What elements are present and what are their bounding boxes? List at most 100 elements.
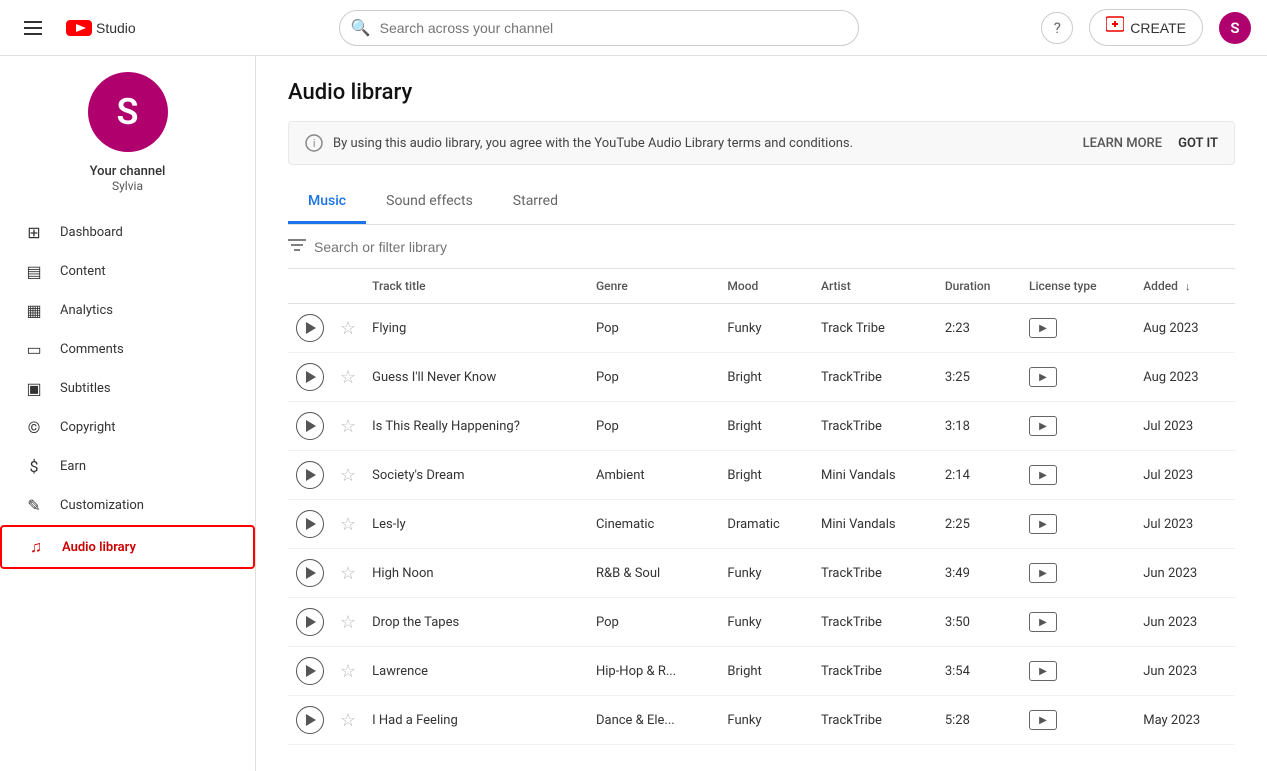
play-button-5[interactable]	[296, 559, 324, 587]
star-button-7[interactable]: ☆	[340, 661, 356, 682]
genre-cell: R&B & Soul	[588, 549, 719, 598]
analytics-icon: ▦	[24, 301, 44, 320]
genre-cell: Dance & Ele...	[588, 696, 719, 745]
license-cell: ▶	[1021, 696, 1135, 745]
artist-cell: TrackTribe	[813, 647, 937, 696]
added-cell: Jun 2023	[1135, 598, 1235, 647]
subtitles-icon: ▣	[24, 379, 44, 398]
license-cell: ▶	[1021, 549, 1135, 598]
sidebar-item-analytics[interactable]: ▦ Analytics	[0, 291, 255, 330]
track-title-cell: Lawrence	[364, 647, 588, 696]
track-title-cell: Society's Dream	[364, 451, 588, 500]
sidebar-label-audio-library: Audio library	[62, 540, 136, 555]
play-button-4[interactable]	[296, 510, 324, 538]
license-cell: ▶	[1021, 402, 1135, 451]
mood-cell: Funky	[719, 598, 813, 647]
content-area: Audio library i By using this audio libr…	[256, 56, 1267, 771]
table-row: ☆ I Had a Feeling Dance & Ele... Funky T…	[288, 696, 1235, 745]
license-icon-4[interactable]: ▶	[1029, 514, 1057, 534]
track-title-cell: Guess I'll Never Know	[364, 353, 588, 402]
license-icon-0[interactable]: ▶	[1029, 318, 1057, 338]
table-row: ☆ Drop the Tapes Pop Funky TrackTribe 3:…	[288, 598, 1235, 647]
sidebar-item-subtitles[interactable]: ▣ Subtitles	[0, 369, 255, 408]
sidebar-item-copyright[interactable]: © Copyright	[0, 408, 255, 447]
duration-cell: 2:25	[937, 500, 1021, 549]
tab-starred[interactable]: Starred	[493, 181, 578, 224]
genre-cell: Cinematic	[588, 500, 719, 549]
create-plus-icon	[1106, 16, 1124, 39]
create-button[interactable]: CREATE	[1089, 9, 1203, 46]
sidebar-item-earn[interactable]: $ Earn	[0, 447, 255, 486]
sidebar-item-audio-library[interactable]: ♫ Audio library	[0, 525, 255, 569]
license-icon-5[interactable]: ▶	[1029, 563, 1057, 583]
license-icon-3[interactable]: ▶	[1029, 465, 1057, 485]
license-icon-2[interactable]: ▶	[1029, 416, 1057, 436]
search-icon: 🔍	[351, 18, 371, 37]
mood-cell: Funky	[719, 549, 813, 598]
play-button-2[interactable]	[296, 412, 324, 440]
play-button-6[interactable]	[296, 608, 324, 636]
genre-cell: Pop	[588, 304, 719, 353]
header-left: Studio	[16, 13, 156, 43]
page-title: Audio library	[288, 80, 1235, 105]
filter-row	[288, 225, 1235, 269]
genre-cell: Pop	[588, 598, 719, 647]
star-button-1[interactable]: ☆	[340, 367, 356, 388]
svg-text:i: i	[313, 138, 315, 150]
license-icon-1[interactable]: ▶	[1029, 367, 1057, 387]
added-cell: Jun 2023	[1135, 549, 1235, 598]
license-icon-6[interactable]: ▶	[1029, 612, 1057, 632]
sidebar-item-customization[interactable]: ✎ Customization	[0, 486, 255, 525]
customization-icon: ✎	[24, 496, 44, 515]
star-cell: ☆	[332, 304, 364, 353]
duration-cell: 3:18	[937, 402, 1021, 451]
license-icon-7[interactable]: ▶	[1029, 661, 1057, 681]
header-right: ? CREATE S	[1041, 9, 1251, 46]
star-cell: ☆	[332, 353, 364, 402]
tab-music[interactable]: Music	[288, 181, 366, 224]
play-button-8[interactable]	[296, 706, 324, 734]
play-button-7[interactable]	[296, 657, 324, 685]
play-button-3[interactable]	[296, 461, 324, 489]
sidebar-nav: ⊞ Dashboard ▤ Content ▦ Analytics ▭ Comm…	[0, 213, 255, 569]
header: Studio 🔍 ? CREATE S	[0, 0, 1267, 56]
sidebar-label-copyright: Copyright	[60, 420, 116, 435]
learn-more-link[interactable]: LEARN MORE	[1083, 136, 1162, 151]
play-cell	[288, 402, 332, 451]
search-input[interactable]	[339, 10, 859, 46]
star-button-6[interactable]: ☆	[340, 612, 356, 633]
col-genre: Genre	[588, 269, 719, 304]
avatar[interactable]: S	[1219, 12, 1251, 44]
got-it-button[interactable]: GOT IT	[1178, 136, 1218, 151]
star-button-8[interactable]: ☆	[340, 710, 356, 731]
play-icon-3	[306, 469, 316, 481]
sidebar-label-dashboard: Dashboard	[60, 225, 123, 240]
sidebar-channel-name: Sylvia	[112, 179, 143, 193]
star-button-5[interactable]: ☆	[340, 563, 356, 584]
license-icon-8[interactable]: ▶	[1029, 710, 1057, 730]
play-icon-7	[306, 665, 316, 677]
artist-cell: TrackTribe	[813, 402, 937, 451]
sidebar-item-content[interactable]: ▤ Content	[0, 252, 255, 291]
track-title-cell: I Had a Feeling	[364, 696, 588, 745]
star-button-2[interactable]: ☆	[340, 416, 356, 437]
license-cell: ▶	[1021, 304, 1135, 353]
artist-cell: Mini Vandals	[813, 451, 937, 500]
filter-input[interactable]	[314, 239, 1235, 255]
copyright-icon: ©	[24, 418, 44, 437]
star-button-4[interactable]: ☆	[340, 514, 356, 535]
sidebar-item-comments[interactable]: ▭ Comments	[0, 330, 255, 369]
play-button-1[interactable]	[296, 363, 324, 391]
help-button[interactable]: ?	[1041, 12, 1073, 44]
play-cell	[288, 549, 332, 598]
tab-sound-effects[interactable]: Sound effects	[366, 181, 493, 224]
star-button-0[interactable]: ☆	[340, 318, 356, 339]
hamburger-menu-icon[interactable]	[16, 13, 50, 43]
content-icon: ▤	[24, 262, 44, 281]
play-button-0[interactable]	[296, 314, 324, 342]
star-button-3[interactable]: ☆	[340, 465, 356, 486]
duration-cell: 3:49	[937, 549, 1021, 598]
sidebar-item-dashboard[interactable]: ⊞ Dashboard	[0, 213, 255, 252]
col-added[interactable]: Added ↓	[1135, 269, 1235, 304]
star-cell: ☆	[332, 402, 364, 451]
